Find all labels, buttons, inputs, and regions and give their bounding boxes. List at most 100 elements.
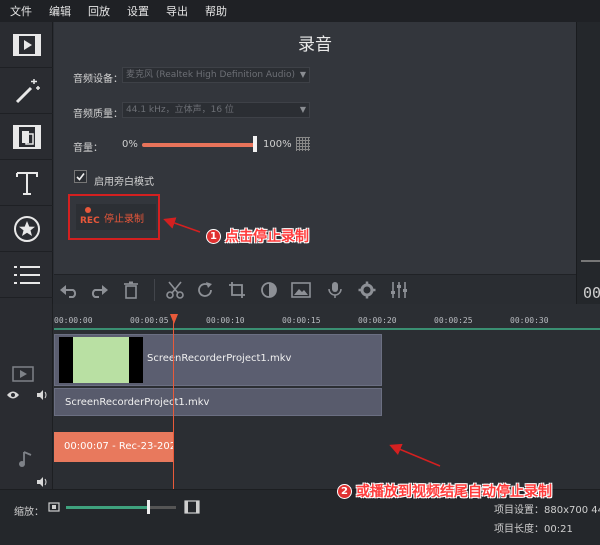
film-icon bbox=[12, 33, 41, 56]
rotate-button[interactable] bbox=[194, 279, 216, 301]
edit-toolbar bbox=[54, 274, 576, 304]
stop-recording-label: 停止录制 bbox=[104, 213, 144, 225]
ruler-tick: 00:00:15 bbox=[282, 316, 321, 325]
time-ruler[interactable]: 00:00:00 00:00:05 00:00:10 00:00:15 00:0… bbox=[54, 312, 600, 330]
gear-icon bbox=[358, 281, 376, 299]
video-clip[interactable]: ScreenRecorderProject1.mkv bbox=[54, 334, 382, 386]
volume-max: 100% bbox=[263, 139, 292, 150]
video-clip-name: ScreenRecorderProject1.mkv bbox=[147, 353, 292, 364]
chevron-down-icon: ▼ bbox=[299, 105, 306, 114]
scissors-icon bbox=[166, 281, 184, 299]
menu-file[interactable]: 文件 bbox=[10, 3, 32, 19]
zoom-slider[interactable] bbox=[66, 506, 176, 509]
tool-more[interactable] bbox=[0, 252, 53, 298]
menu-playback[interactable]: 回放 bbox=[88, 3, 110, 19]
color-adjust-button[interactable] bbox=[258, 279, 280, 301]
tool-titles[interactable] bbox=[0, 160, 53, 206]
audio-clip[interactable]: ScreenRecorderProject1.mkv bbox=[54, 388, 382, 416]
ruler-tick: 00:00:30 bbox=[510, 316, 549, 325]
level-meter-icon bbox=[296, 137, 310, 151]
audio-device-label: 音频设备： bbox=[73, 74, 123, 85]
annotation-2-badge: 2 bbox=[337, 483, 352, 499]
menu-edit[interactable]: 编辑 bbox=[49, 3, 71, 19]
ruler-tick: 00:00:20 bbox=[358, 316, 397, 325]
zoom-out-icon[interactable] bbox=[48, 502, 60, 512]
project-length: 项目长度：00:21 bbox=[494, 524, 573, 535]
panel-title: 录音 bbox=[298, 35, 332, 55]
rec-icon: REC bbox=[76, 204, 102, 230]
tool-strip bbox=[0, 22, 53, 304]
project-settings: 项目设置：880x700 44: bbox=[494, 505, 600, 516]
zoom-in-icon[interactable] bbox=[184, 500, 200, 514]
menu-settings[interactable]: 设置 bbox=[127, 3, 149, 19]
volume-slider-track[interactable] bbox=[142, 143, 255, 147]
audio-quality-select[interactable]: 44.1 kHz，立体声，16 位 ▼ bbox=[122, 102, 310, 118]
tool-stickers[interactable] bbox=[0, 206, 53, 252]
list-icon bbox=[13, 265, 40, 284]
playhead[interactable] bbox=[170, 314, 178, 489]
microphone-icon bbox=[328, 282, 342, 298]
audio-quality-value: 44.1 kHz，立体声，16 位 bbox=[126, 105, 234, 115]
record-audio-button[interactable] bbox=[324, 279, 346, 301]
sticker-star-icon bbox=[13, 215, 40, 242]
chevron-down-icon: ▼ bbox=[299, 70, 306, 79]
recording-clip-name: 00:00:07 - Rec-23-202 bbox=[64, 441, 173, 452]
cut-button[interactable] bbox=[164, 279, 186, 301]
tool-transitions[interactable] bbox=[0, 114, 53, 160]
volume-min: 0% bbox=[122, 139, 138, 150]
annotation-1-badge: 1 bbox=[206, 228, 221, 244]
audio-quality-label: 音频质量： bbox=[73, 109, 123, 120]
tool-filters[interactable] bbox=[0, 68, 53, 114]
annotation-1: 1 点击停止录制 bbox=[206, 226, 309, 246]
zoom-label: 缩放： bbox=[14, 507, 44, 518]
undo-icon bbox=[60, 285, 77, 298]
volume-slider-handle[interactable] bbox=[253, 136, 257, 152]
clip-thumbnail bbox=[59, 337, 143, 383]
equalizer-icon bbox=[391, 282, 407, 298]
ruler-tick: 00:00:00 bbox=[54, 316, 93, 325]
toolbar-divider bbox=[154, 279, 155, 301]
stop-recording-button[interactable]: REC 停止录制 bbox=[76, 204, 156, 230]
video-track-icon bbox=[12, 366, 34, 382]
eye-icon[interactable] bbox=[6, 390, 20, 400]
crop-icon bbox=[229, 282, 245, 298]
speaker-icon[interactable] bbox=[36, 389, 48, 401]
preview-edge: 00 bbox=[576, 22, 600, 304]
voiceover-label: 启用旁白模式 bbox=[94, 177, 154, 188]
audio-device-value: 麦克风 (Realtek High Definition Audio) bbox=[126, 70, 295, 80]
audio-device-select[interactable]: 麦克风 (Realtek High Definition Audio) ▼ bbox=[122, 67, 310, 83]
audio-recording-panel: 录音 音频设备： 麦克风 (Realtek High Definition Au… bbox=[54, 22, 576, 274]
text-icon bbox=[15, 171, 38, 195]
music-note-icon bbox=[19, 451, 32, 467]
menu-export[interactable]: 导出 bbox=[166, 3, 188, 19]
image-button[interactable] bbox=[290, 279, 312, 301]
color-adjust-icon bbox=[261, 282, 277, 298]
ruler-tick: 00:00:10 bbox=[206, 316, 245, 325]
menu-help[interactable]: 帮助 bbox=[205, 3, 227, 19]
zoom-slider-handle[interactable] bbox=[146, 500, 150, 514]
recording-clip[interactable]: 00:00:07 - Rec-23-202 bbox=[54, 432, 173, 462]
checkmark-icon bbox=[76, 173, 85, 181]
audio-clip-name: ScreenRecorderProject1.mkv bbox=[65, 397, 210, 408]
rotate-icon bbox=[198, 282, 212, 297]
ruler-tick: 00:00:25 bbox=[434, 316, 473, 325]
image-icon bbox=[291, 282, 311, 298]
undo-button[interactable] bbox=[58, 279, 80, 301]
rec-icon-text: REC bbox=[80, 216, 100, 226]
tool-media[interactable] bbox=[0, 22, 53, 68]
delete-button[interactable] bbox=[120, 279, 142, 301]
timeline: 00:00:00 00:00:05 00:00:10 00:00:15 00:0… bbox=[0, 304, 600, 489]
redo-button[interactable] bbox=[88, 279, 110, 301]
voiceover-checkbox[interactable] bbox=[74, 170, 87, 183]
volume-label: 音量： bbox=[73, 143, 103, 154]
redo-icon bbox=[91, 285, 108, 298]
clip-settings-button[interactable] bbox=[356, 279, 378, 301]
ruler-tick: 00:00:05 bbox=[130, 316, 169, 325]
crop-button[interactable] bbox=[226, 279, 248, 301]
annotation-2: 2 或播放到视频结尾自动停止录制 bbox=[337, 481, 552, 501]
annotation-2-text: 或播放到视频结尾自动停止录制 bbox=[356, 484, 552, 500]
preview-scrollbar[interactable] bbox=[581, 260, 600, 262]
annotation-1-text: 点击停止录制 bbox=[225, 229, 309, 245]
speaker-icon[interactable] bbox=[36, 476, 48, 488]
equalizer-button[interactable] bbox=[388, 279, 410, 301]
